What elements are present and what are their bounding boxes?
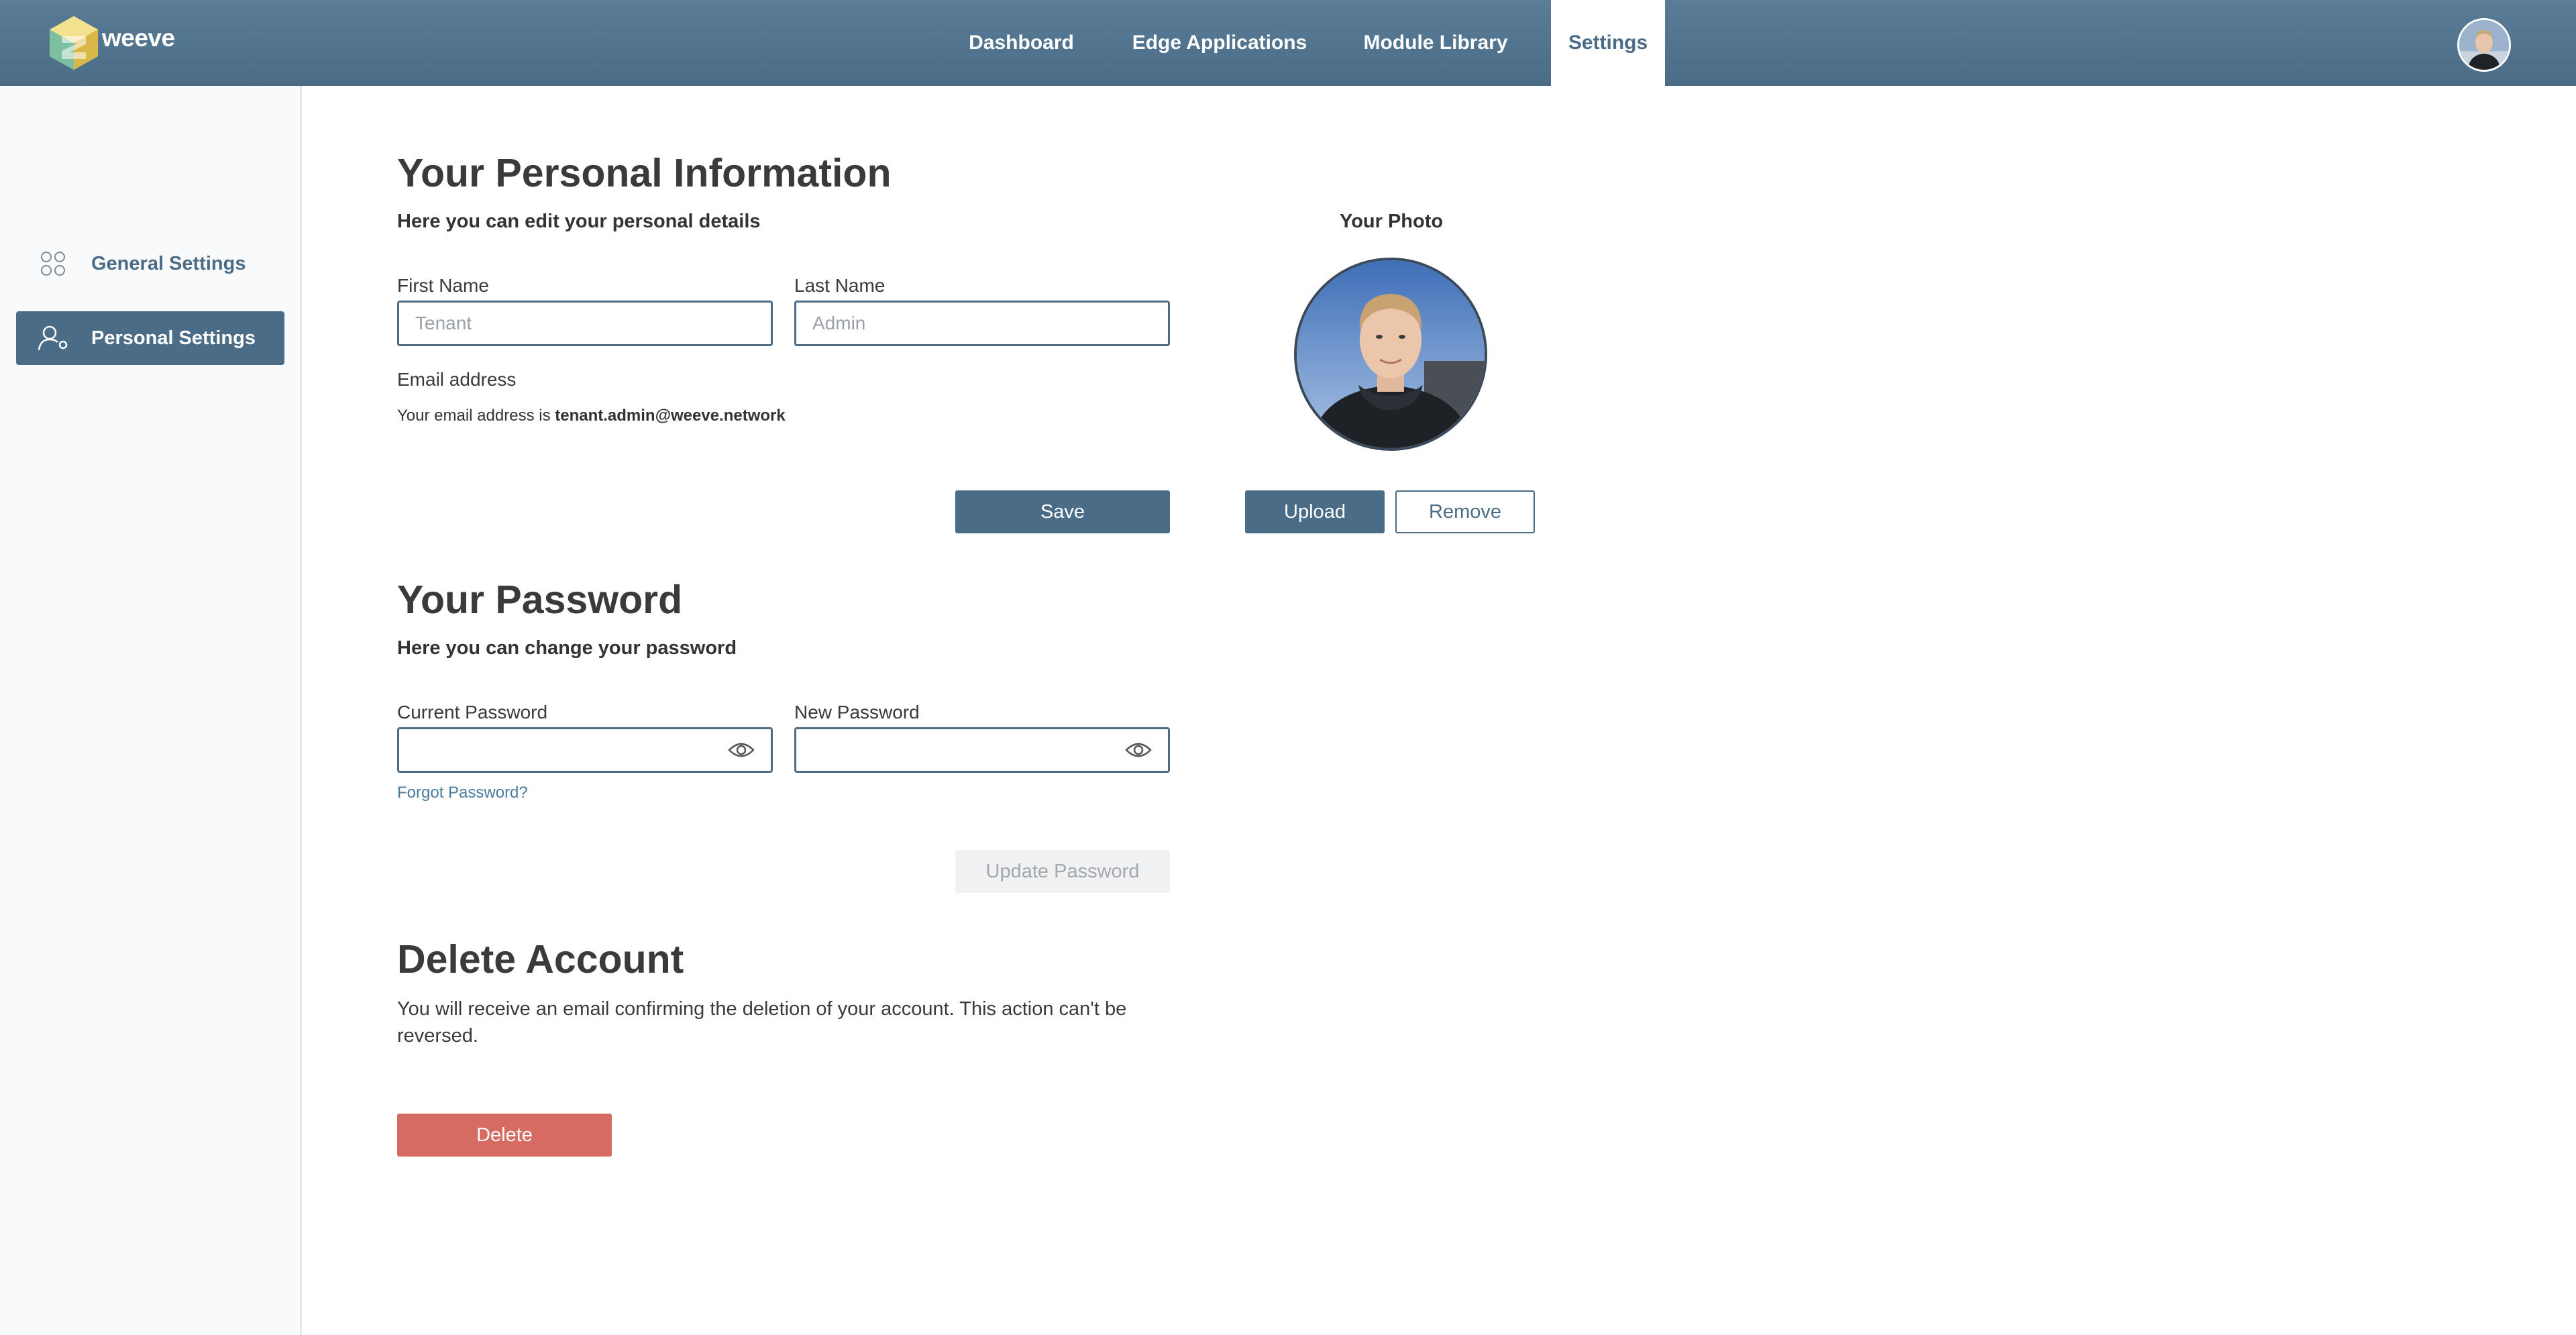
new-password-label: New Password [794, 702, 920, 723]
personal-info-subtitle: Here you can edit your personal details [397, 211, 761, 232]
settings-sidebar: General Settings Personal Settings [0, 86, 302, 1335]
brand-name: weeve [102, 24, 175, 52]
sidebar-item-general-settings[interactable]: General Settings [16, 237, 284, 290]
sidebar-item-label: Personal Settings [91, 327, 256, 349]
grid-circles-icon [38, 248, 68, 279]
last-name-label: Last Name [794, 275, 885, 296]
nav-settings[interactable]: Settings [1551, 0, 1665, 86]
email-info: Your email address is tenant.admin@weeve… [397, 407, 786, 425]
email-prefix: Your email address is [397, 407, 551, 425]
user-avatar[interactable] [2457, 18, 2511, 72]
first-name-label: First Name [397, 275, 489, 296]
avatar-portrait-icon [2459, 20, 2509, 70]
user-gear-icon [38, 323, 68, 354]
weeve-logo[interactable]: weeve [48, 15, 175, 71]
forgot-password-link[interactable]: Forgot Password? [397, 784, 528, 802]
save-button[interactable]: Save [955, 490, 1170, 533]
remove-photo-button[interactable]: Remove [1395, 490, 1535, 533]
personal-info-title: Your Personal Information [397, 151, 892, 195]
sidebar-item-personal-settings[interactable]: Personal Settings [16, 311, 284, 365]
nav-dashboard[interactable]: Dashboard [953, 0, 1090, 86]
current-password-input[interactable] [397, 727, 773, 773]
nav-edge-applications[interactable]: Edge Applications [1119, 0, 1320, 86]
current-password-label: Current Password [397, 702, 548, 723]
show-new-password-eye-icon[interactable] [1125, 741, 1152, 759]
main-content: Your Personal Information Here you can e… [304, 86, 2576, 1335]
first-name-input[interactable] [397, 301, 773, 346]
email-value: tenant.admin@weeve.network [555, 407, 786, 425]
delete-account-button[interactable]: Delete [397, 1114, 612, 1157]
delete-account-title: Delete Account [397, 937, 684, 981]
sidebar-item-label: General Settings [91, 252, 246, 274]
upload-photo-button[interactable]: Upload [1245, 490, 1385, 533]
weeve-logo-icon [50, 16, 98, 70]
email-label: Email address [397, 369, 517, 390]
top-navigation-bar: weeve Dashboard Edge Applications Module… [0, 0, 2576, 86]
update-password-button[interactable]: Update Password [955, 850, 1170, 893]
last-name-input[interactable] [794, 301, 1170, 346]
profile-portrait-icon [1297, 260, 1485, 448]
profile-photo [1294, 258, 1487, 451]
delete-account-description: You will receive an email confirming the… [397, 998, 1127, 1047]
password-subtitle: Here you can change your password [397, 637, 737, 659]
password-title: Your Password [397, 578, 683, 622]
new-password-input[interactable] [794, 727, 1170, 773]
photo-title: Your Photo [1340, 211, 1444, 232]
nav-module-library[interactable]: Module Library [1355, 0, 1516, 86]
show-password-eye-icon[interactable] [728, 741, 755, 759]
